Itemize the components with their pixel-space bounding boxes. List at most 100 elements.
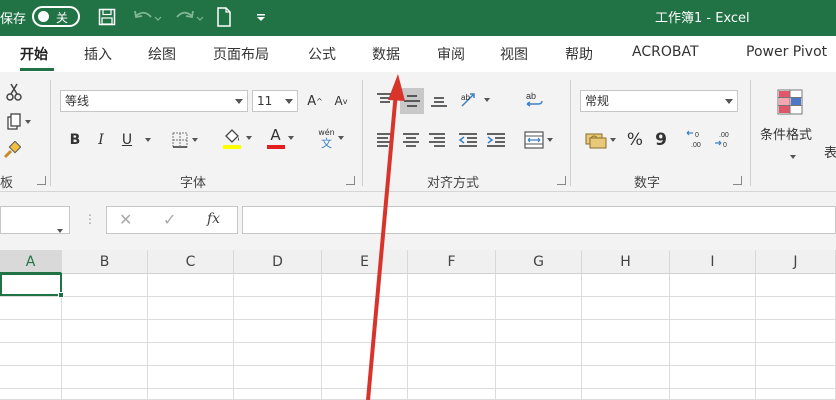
insert-function-button[interactable]: fx (207, 211, 220, 227)
cut-icon[interactable] (2, 80, 26, 104)
redo-icon[interactable] (172, 5, 206, 29)
cell[interactable] (582, 389, 670, 400)
autosave-toggle[interactable]: 关 (32, 6, 80, 27)
align-right-icon[interactable] (426, 128, 448, 152)
font-color-button[interactable]: A (260, 124, 300, 152)
cell[interactable] (582, 366, 670, 389)
format-as-table-label-fragment[interactable]: 表 (824, 142, 836, 161)
tab-draw[interactable]: 绘图 (148, 44, 176, 64)
cell[interactable] (234, 297, 322, 320)
cell[interactable] (234, 274, 322, 297)
copy-icon[interactable] (0, 110, 36, 134)
increase-decimal-icon[interactable]: 0.00 (684, 126, 708, 152)
column-header-g[interactable]: G (496, 250, 582, 274)
number-dialog-launcher[interactable] (733, 176, 742, 185)
cell[interactable] (496, 343, 582, 366)
cell[interactable] (148, 274, 234, 297)
italic-button[interactable]: I (90, 128, 112, 152)
tab-page-layout[interactable]: 页面布局 (213, 44, 269, 64)
column-header-h[interactable]: H (582, 250, 670, 274)
cell[interactable] (148, 389, 234, 400)
cell[interactable] (670, 389, 756, 400)
cell[interactable] (496, 366, 582, 389)
new-document-icon[interactable] (214, 5, 234, 29)
tab-help[interactable]: 帮助 (565, 44, 593, 64)
cell[interactable] (582, 297, 670, 320)
cell[interactable] (322, 389, 408, 400)
cell[interactable] (322, 366, 408, 389)
cell[interactable] (408, 297, 496, 320)
align-bottom-icon[interactable] (428, 88, 450, 112)
cell[interactable] (62, 274, 148, 297)
tab-acrobat[interactable]: ACROBAT (632, 44, 699, 60)
underline-button[interactable]: U (116, 128, 138, 152)
cell[interactable] (756, 297, 836, 320)
cell[interactable] (756, 366, 836, 389)
cell[interactable] (0, 297, 62, 320)
cell[interactable] (0, 389, 62, 400)
orientation-button[interactable]: ab (456, 88, 492, 112)
cell[interactable] (322, 297, 408, 320)
column-header-i[interactable]: I (670, 250, 756, 274)
accounting-format-button[interactable] (580, 128, 620, 152)
cell[interactable] (408, 366, 496, 389)
phonetic-guide-button[interactable]: wén 文 (312, 124, 350, 152)
wrap-text-icon[interactable]: ab (522, 88, 546, 112)
cell[interactable] (582, 274, 670, 297)
increase-font-size-button[interactable]: A ^ (304, 90, 326, 112)
number-format-select[interactable]: 常规 (580, 90, 738, 112)
cell[interactable] (670, 366, 756, 389)
bold-button[interactable]: B (64, 128, 86, 152)
cell[interactable] (496, 274, 582, 297)
column-header-f[interactable]: F (408, 250, 496, 274)
align-top-icon[interactable] (374, 88, 396, 112)
tab-view[interactable]: 视图 (500, 44, 528, 64)
cell[interactable] (496, 297, 582, 320)
font-dialog-launcher[interactable] (346, 176, 355, 185)
fill-handle[interactable] (58, 292, 64, 298)
cell[interactable] (756, 343, 836, 366)
name-box-dropdown[interactable] (54, 218, 63, 237)
cell[interactable] (0, 343, 62, 366)
clipboard-dialog-launcher[interactable] (37, 176, 46, 185)
merge-center-button[interactable] (518, 128, 558, 152)
tab-home[interactable]: 开始 (20, 44, 48, 64)
cell[interactable] (408, 389, 496, 400)
column-header-d[interactable]: D (234, 250, 322, 274)
cancel-icon[interactable]: ✕ (119, 210, 132, 229)
cell[interactable] (756, 320, 836, 343)
cell[interactable] (496, 320, 582, 343)
comma-style-button[interactable]: 9 (650, 128, 672, 152)
fill-color-button[interactable] (216, 124, 256, 152)
cell[interactable] (670, 297, 756, 320)
column-header-j[interactable]: J (756, 250, 836, 274)
save-icon[interactable] (96, 5, 118, 29)
conditional-formatting-label[interactable]: 条件格式 (760, 124, 812, 143)
decrease-font-size-button[interactable]: Av (330, 90, 352, 112)
tab-review[interactable]: 审阅 (437, 44, 465, 64)
cell[interactable] (496, 389, 582, 400)
active-cell-a1[interactable] (0, 273, 62, 296)
cell[interactable] (148, 320, 234, 343)
tab-data[interactable]: 数据 (372, 44, 400, 64)
cell[interactable] (756, 389, 836, 400)
font-size-select[interactable]: 11 (252, 90, 298, 112)
cell[interactable] (670, 274, 756, 297)
cell[interactable] (62, 389, 148, 400)
percent-style-button[interactable]: % (624, 128, 646, 152)
align-middle-icon[interactable] (400, 88, 424, 114)
cell[interactable] (582, 343, 670, 366)
name-box[interactable] (0, 206, 70, 234)
cell[interactable] (148, 366, 234, 389)
tab-formulas[interactable]: 公式 (308, 44, 336, 64)
font-name-select[interactable]: 等线 (60, 90, 248, 112)
cell[interactable] (234, 366, 322, 389)
cell[interactable] (0, 366, 62, 389)
cell[interactable] (408, 320, 496, 343)
cell[interactable] (408, 343, 496, 366)
cell[interactable] (670, 320, 756, 343)
decrease-decimal-icon[interactable]: .00 0 (712, 126, 736, 152)
column-header-c[interactable]: C (148, 250, 234, 274)
format-painter-icon[interactable] (0, 138, 24, 162)
alignment-dialog-launcher[interactable] (557, 176, 566, 185)
